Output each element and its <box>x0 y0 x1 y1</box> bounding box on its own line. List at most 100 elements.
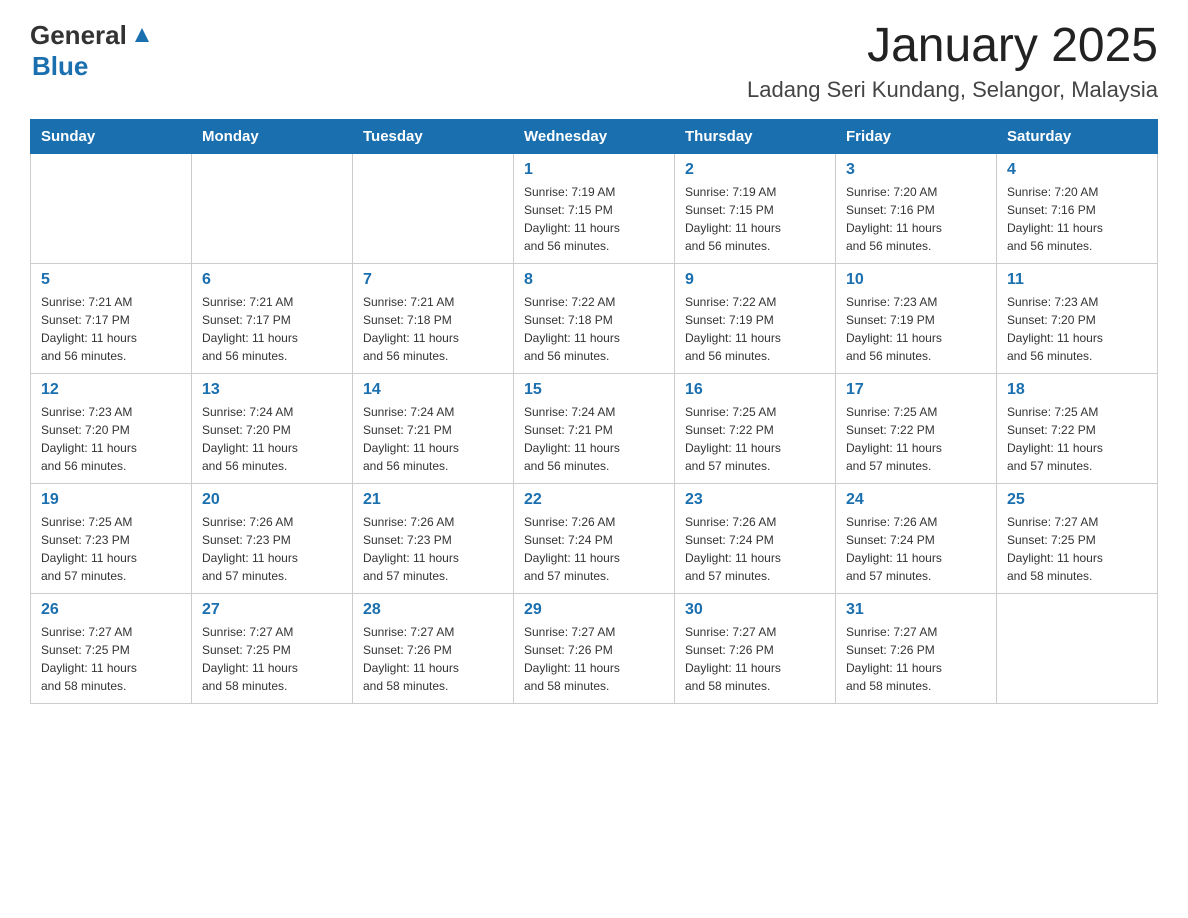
day-info: Sunrise: 7:21 AM Sunset: 7:17 PM Dayligh… <box>202 293 342 365</box>
day-info: Sunrise: 7:19 AM Sunset: 7:15 PM Dayligh… <box>685 183 825 255</box>
day-info: Sunrise: 7:22 AM Sunset: 7:19 PM Dayligh… <box>685 293 825 365</box>
day-number: 5 <box>41 271 181 289</box>
calendar-cell: 9 Sunrise: 7:22 AM Sunset: 7:19 PM Daylig… <box>675 263 836 373</box>
calendar-cell: 27 Sunrise: 7:27 AM Sunset: 7:25 PM Dayli… <box>192 593 353 703</box>
weekday-header-thursday: Thursday <box>675 119 836 153</box>
day-number: 8 <box>524 271 664 289</box>
location-title: Ladang Seri Kundang, Selangor, Malaysia <box>747 77 1158 103</box>
calendar-cell: 10 Sunrise: 7:23 AM Sunset: 7:19 PM Dayli… <box>836 263 997 373</box>
day-info: Sunrise: 7:26 AM Sunset: 7:23 PM Dayligh… <box>202 513 342 585</box>
day-info: Sunrise: 7:26 AM Sunset: 7:24 PM Dayligh… <box>685 513 825 585</box>
calendar-table: SundayMondayTuesdayWednesdayThursdayFrid… <box>30 119 1158 704</box>
calendar-cell: 7 Sunrise: 7:21 AM Sunset: 7:18 PM Daylig… <box>353 263 514 373</box>
day-info: Sunrise: 7:26 AM Sunset: 7:24 PM Dayligh… <box>524 513 664 585</box>
weekday-header-monday: Monday <box>192 119 353 153</box>
day-info: Sunrise: 7:24 AM Sunset: 7:20 PM Dayligh… <box>202 403 342 475</box>
calendar-cell: 14Sunrise: 7:24 AM Sunset: 7:21 PM Dayli… <box>353 373 514 483</box>
page-header: General Blue January 2025 Ladang Seri Ku… <box>30 20 1158 103</box>
day-info: Sunrise: 7:26 AM Sunset: 7:23 PM Dayligh… <box>363 513 503 585</box>
calendar-cell <box>192 153 353 263</box>
logo: General Blue <box>30 20 153 82</box>
day-number: 6 <box>202 271 342 289</box>
day-info: Sunrise: 7:25 AM Sunset: 7:22 PM Dayligh… <box>685 403 825 475</box>
calendar-cell <box>31 153 192 263</box>
day-number: 4 <box>1007 161 1147 179</box>
day-info: Sunrise: 7:27 AM Sunset: 7:26 PM Dayligh… <box>846 623 986 695</box>
day-info: Sunrise: 7:27 AM Sunset: 7:26 PM Dayligh… <box>524 623 664 695</box>
day-number: 1 <box>524 161 664 179</box>
calendar-cell: 25Sunrise: 7:27 AM Sunset: 7:25 PM Dayli… <box>997 483 1158 593</box>
calendar-cell: 26 Sunrise: 7:27 AM Sunset: 7:25 PM Dayli… <box>31 593 192 703</box>
day-number: 21 <box>363 491 503 509</box>
calendar-cell: 18 Sunrise: 7:25 AM Sunset: 7:22 PM Dayli… <box>997 373 1158 483</box>
calendar-cell: 13Sunrise: 7:24 AM Sunset: 7:20 PM Dayli… <box>192 373 353 483</box>
day-number: 16 <box>685 381 825 399</box>
day-number: 22 <box>524 491 664 509</box>
day-number: 7 <box>363 271 503 289</box>
day-number: 27 <box>202 601 342 619</box>
calendar-cell: 12 Sunrise: 7:23 AM Sunset: 7:20 PM Dayli… <box>31 373 192 483</box>
calendar-cell: 31Sunrise: 7:27 AM Sunset: 7:26 PM Dayli… <box>836 593 997 703</box>
day-number: 10 <box>846 271 986 289</box>
day-info: Sunrise: 7:25 AM Sunset: 7:22 PM Dayligh… <box>1007 403 1147 475</box>
day-number: 9 <box>685 271 825 289</box>
day-number: 29 <box>524 601 664 619</box>
calendar-cell: 22 Sunrise: 7:26 AM Sunset: 7:24 PM Dayli… <box>514 483 675 593</box>
day-number: 18 <box>1007 381 1147 399</box>
day-number: 17 <box>846 381 986 399</box>
day-number: 14 <box>363 381 503 399</box>
day-info: Sunrise: 7:26 AM Sunset: 7:24 PM Dayligh… <box>846 513 986 585</box>
calendar-cell <box>353 153 514 263</box>
weekday-header-row: SundayMondayTuesdayWednesdayThursdayFrid… <box>31 119 1158 153</box>
calendar-cell: 21 Sunrise: 7:26 AM Sunset: 7:23 PM Dayli… <box>353 483 514 593</box>
day-info: Sunrise: 7:25 AM Sunset: 7:22 PM Dayligh… <box>846 403 986 475</box>
day-info: Sunrise: 7:23 AM Sunset: 7:20 PM Dayligh… <box>41 403 181 475</box>
day-info: Sunrise: 7:21 AM Sunset: 7:18 PM Dayligh… <box>363 293 503 365</box>
day-number: 30 <box>685 601 825 619</box>
day-info: Sunrise: 7:22 AM Sunset: 7:18 PM Dayligh… <box>524 293 664 365</box>
calendar-cell: 4 Sunrise: 7:20 AM Sunset: 7:16 PM Daylig… <box>997 153 1158 263</box>
calendar-cell: 24 Sunrise: 7:26 AM Sunset: 7:24 PM Dayli… <box>836 483 997 593</box>
month-title: January 2025 <box>747 20 1158 73</box>
calendar-cell: 6 Sunrise: 7:21 AM Sunset: 7:17 PM Daylig… <box>192 263 353 373</box>
calendar-cell: 30 Sunrise: 7:27 AM Sunset: 7:26 PM Dayli… <box>675 593 836 703</box>
day-info: Sunrise: 7:24 AM Sunset: 7:21 PM Dayligh… <box>524 403 664 475</box>
calendar-week-row: 19 Sunrise: 7:25 AM Sunset: 7:23 PM Dayli… <box>31 483 1158 593</box>
day-number: 25 <box>1007 491 1147 509</box>
weekday-header-wednesday: Wednesday <box>514 119 675 153</box>
day-number: 20 <box>202 491 342 509</box>
day-number: 11 <box>1007 271 1147 289</box>
day-number: 15 <box>524 381 664 399</box>
calendar-cell: 17 Sunrise: 7:25 AM Sunset: 7:22 PM Dayli… <box>836 373 997 483</box>
logo-general-text: General <box>30 20 127 51</box>
logo-blue-text: Blue <box>32 51 88 81</box>
calendar-cell: 28Sunrise: 7:27 AM Sunset: 7:26 PM Dayli… <box>353 593 514 703</box>
title-block: January 2025 Ladang Seri Kundang, Selang… <box>747 20 1158 103</box>
day-number: 2 <box>685 161 825 179</box>
weekday-header-sunday: Sunday <box>31 119 192 153</box>
day-info: Sunrise: 7:23 AM Sunset: 7:19 PM Dayligh… <box>846 293 986 365</box>
calendar-cell: 19 Sunrise: 7:25 AM Sunset: 7:23 PM Dayli… <box>31 483 192 593</box>
calendar-week-row: 26 Sunrise: 7:27 AM Sunset: 7:25 PM Dayli… <box>31 593 1158 703</box>
day-info: Sunrise: 7:20 AM Sunset: 7:16 PM Dayligh… <box>1007 183 1147 255</box>
day-info: Sunrise: 7:27 AM Sunset: 7:25 PM Dayligh… <box>41 623 181 695</box>
day-info: Sunrise: 7:25 AM Sunset: 7:23 PM Dayligh… <box>41 513 181 585</box>
day-number: 24 <box>846 491 986 509</box>
calendar-cell: 3 Sunrise: 7:20 AM Sunset: 7:16 PM Daylig… <box>836 153 997 263</box>
calendar-cell: 16 Sunrise: 7:25 AM Sunset: 7:22 PM Dayli… <box>675 373 836 483</box>
day-info: Sunrise: 7:20 AM Sunset: 7:16 PM Dayligh… <box>846 183 986 255</box>
day-number: 12 <box>41 381 181 399</box>
day-number: 3 <box>846 161 986 179</box>
day-number: 19 <box>41 491 181 509</box>
day-info: Sunrise: 7:27 AM Sunset: 7:26 PM Dayligh… <box>685 623 825 695</box>
calendar-cell: 5 Sunrise: 7:21 AM Sunset: 7:17 PM Daylig… <box>31 263 192 373</box>
calendar-cell: 11Sunrise: 7:23 AM Sunset: 7:20 PM Dayli… <box>997 263 1158 373</box>
day-info: Sunrise: 7:21 AM Sunset: 7:17 PM Dayligh… <box>41 293 181 365</box>
day-info: Sunrise: 7:19 AM Sunset: 7:15 PM Dayligh… <box>524 183 664 255</box>
calendar-week-row: 5 Sunrise: 7:21 AM Sunset: 7:17 PM Daylig… <box>31 263 1158 373</box>
calendar-cell: 15 Sunrise: 7:24 AM Sunset: 7:21 PM Dayli… <box>514 373 675 483</box>
day-info: Sunrise: 7:27 AM Sunset: 7:25 PM Dayligh… <box>202 623 342 695</box>
calendar-cell <box>997 593 1158 703</box>
calendar-week-row: 12 Sunrise: 7:23 AM Sunset: 7:20 PM Dayli… <box>31 373 1158 483</box>
day-number: 26 <box>41 601 181 619</box>
